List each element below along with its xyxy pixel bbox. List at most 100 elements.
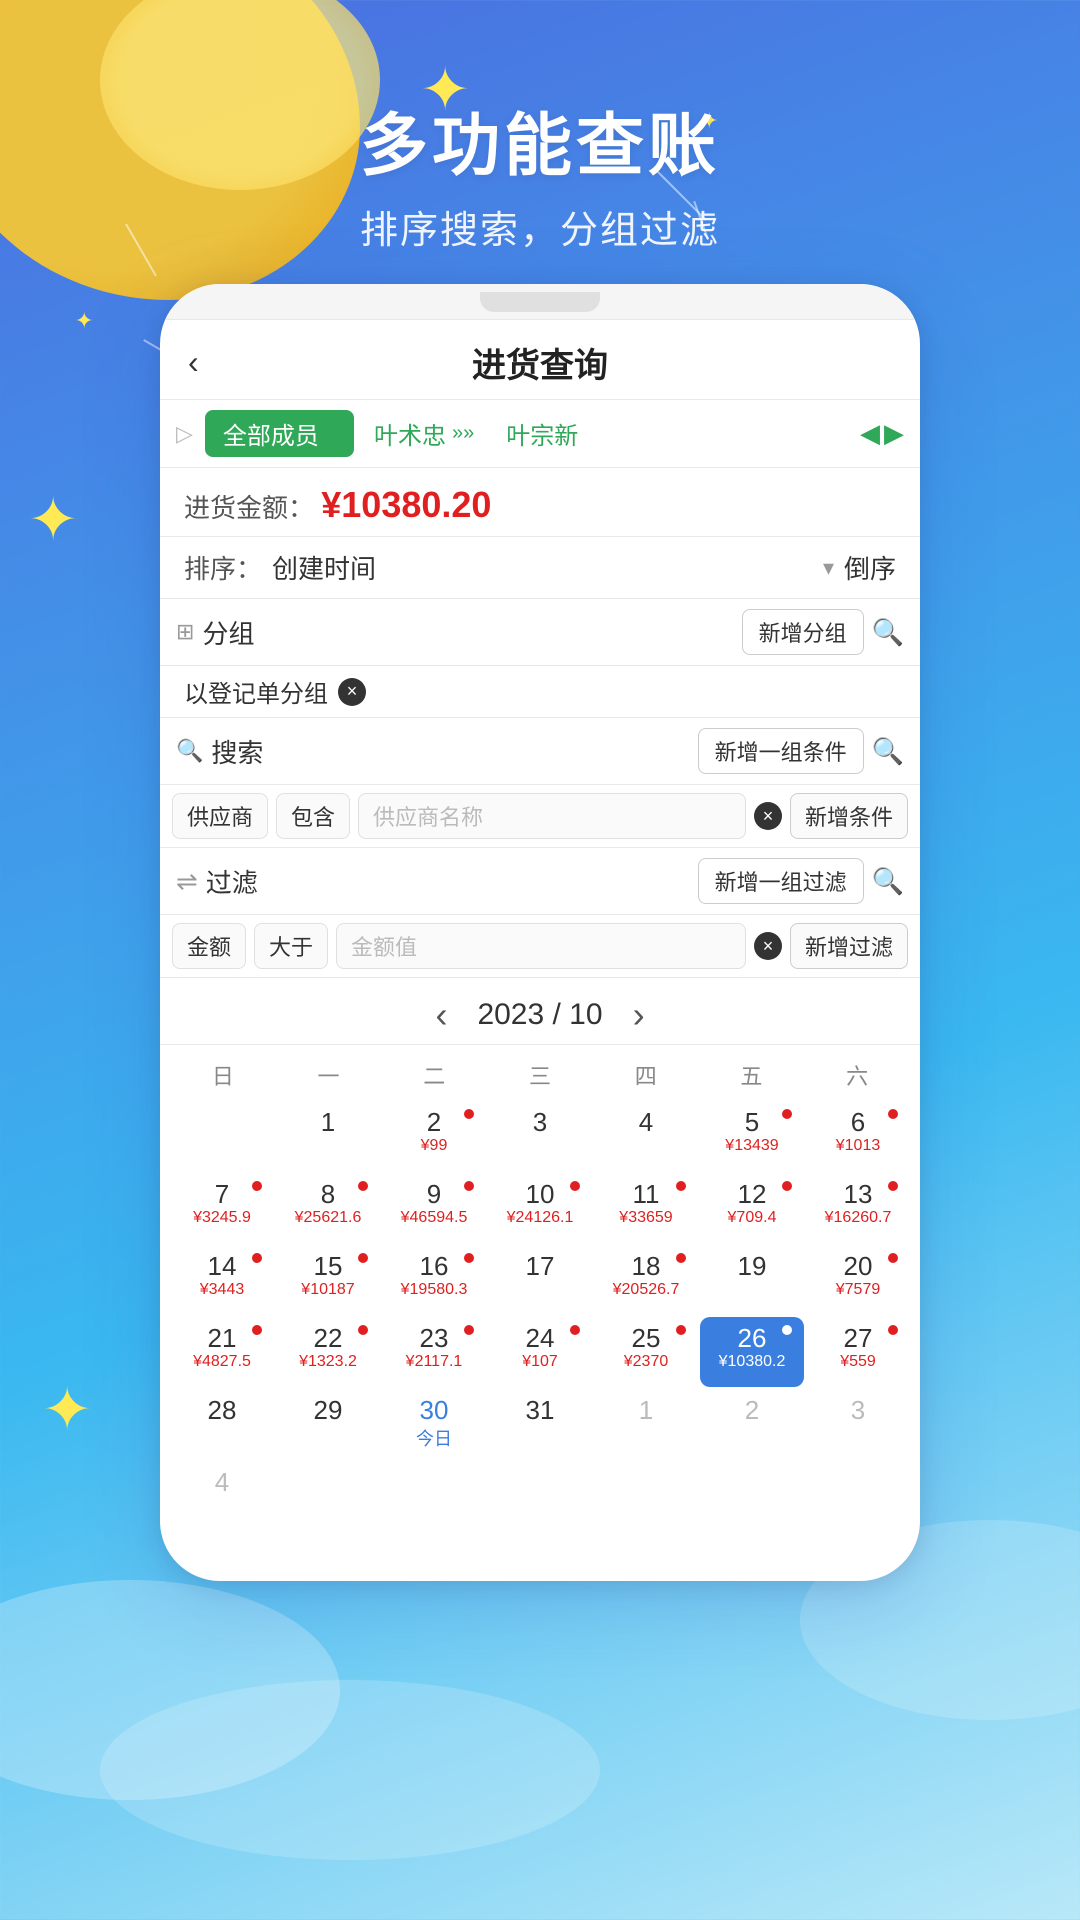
calendar-day-cell[interactable]: 18¥20526.7 xyxy=(594,1245,698,1315)
filter-close[interactable]: × xyxy=(754,932,782,960)
header-area: 多功能查账 排序搜索，分组过滤 xyxy=(0,0,1080,284)
calendar-day-cell[interactable]: 3 xyxy=(488,1101,592,1171)
search-row-icon: 🔍 xyxy=(176,738,203,764)
calendar-day-cell[interactable]: 15¥10187 xyxy=(276,1245,380,1315)
calendar-day-cell[interactable]: 2¥99 xyxy=(382,1101,486,1171)
search-row: 🔍 搜索 新增一组条件 🔍 xyxy=(160,718,920,785)
day-number: 31 xyxy=(526,1397,555,1423)
member-tabs: ▷ 全部成员 » 叶术忠 »» 叶宗新 ◀ ▶ xyxy=(160,400,920,468)
calendar-day-cell[interactable]: 29 xyxy=(276,1389,380,1459)
calendar-day-cell[interactable]: 1 xyxy=(594,1389,698,1459)
add-search-group-btn[interactable]: 新增一组条件 xyxy=(698,728,864,774)
sort-order-btn[interactable]: 倒序 xyxy=(844,549,896,586)
tab-nav-right[interactable]: ▶ xyxy=(884,418,904,449)
cond-value-input[interactable]: 供应商名称 xyxy=(358,793,746,839)
calendar-day-cell[interactable]: 11¥33659 xyxy=(594,1173,698,1243)
calendar-day-cell[interactable]: 9¥46594.5 xyxy=(382,1173,486,1243)
week-header-cell: 三 xyxy=(487,1053,593,1097)
calendar-day-cell[interactable]: 12¥709.4 xyxy=(700,1173,804,1243)
day-number: 9 xyxy=(427,1181,441,1207)
day-number: 4 xyxy=(639,1109,653,1135)
cond-field[interactable]: 供应商 xyxy=(172,793,268,839)
tab-all-members[interactable]: 全部成员 » xyxy=(205,410,354,457)
cal-prev-btn[interactable]: ‹ xyxy=(435,994,447,1036)
calendar-day-cell[interactable]: 4 xyxy=(594,1101,698,1171)
calendar-day-cell[interactable]: 31 xyxy=(488,1389,592,1459)
calendar-day-cell[interactable]: 16¥19580.3 xyxy=(382,1245,486,1315)
calendar-day-cell[interactable]: 8 ¥25621.6 xyxy=(276,1173,380,1243)
tab-member1[interactable]: 叶术忠 »» xyxy=(362,410,486,457)
calendar-day-cell[interactable]: 22¥1323.2 xyxy=(276,1317,380,1387)
calendar-day-cell[interactable]: 14¥3443 xyxy=(170,1245,274,1315)
activity-dot xyxy=(888,1109,898,1119)
calendar-day-cell[interactable]: 19 xyxy=(700,1245,804,1315)
calendar-day-cell[interactable]: 10¥24126.1 xyxy=(488,1173,592,1243)
week-header-cell: 一 xyxy=(276,1053,382,1097)
calendar-day-cell[interactable]: 5¥13439 xyxy=(700,1101,804,1171)
calendar-day-cell[interactable]: 23¥2117.1 xyxy=(382,1317,486,1387)
day-amount: ¥1013 xyxy=(836,1137,881,1155)
condition-row: 供应商 包含 供应商名称 × 新增条件 xyxy=(160,785,920,848)
day-number: 1 xyxy=(321,1109,335,1135)
cond-operator[interactable]: 包含 xyxy=(276,793,350,839)
calendar-day-cell[interactable]: 21¥4827.5 xyxy=(170,1317,274,1387)
filter-label: 过滤 xyxy=(206,863,690,900)
calendar-nav: ‹ 2023 / 10 › xyxy=(160,978,920,1045)
calendar-day-cell[interactable]: 30今日 xyxy=(382,1389,486,1459)
day-number: 6 xyxy=(851,1109,865,1135)
day-amount: ¥20526.7 xyxy=(613,1281,680,1299)
day-amount: ¥2117.1 xyxy=(406,1353,463,1371)
calendar-day-cell[interactable]: 6 ¥1013 xyxy=(806,1101,910,1171)
search-row-search-icon[interactable]: 🔍 xyxy=(872,736,904,767)
activity-dot xyxy=(782,1181,792,1191)
tab-member2[interactable]: 叶宗新 xyxy=(494,410,590,457)
day-number: 19 xyxy=(738,1253,767,1279)
activity-dot xyxy=(888,1325,898,1335)
filter-operator[interactable]: 大于 xyxy=(254,923,328,969)
day-amount: ¥4827.5 xyxy=(193,1353,251,1371)
cal-next-btn[interactable]: › xyxy=(633,994,645,1036)
cond-close[interactable]: × xyxy=(754,802,782,830)
calendar-day-cell[interactable]: 27¥559 xyxy=(806,1317,910,1387)
calendar-day-cell[interactable]: 24¥107 xyxy=(488,1317,592,1387)
calendar-day-cell[interactable]: 25¥2370 xyxy=(594,1317,698,1387)
day-number: 24 xyxy=(526,1325,555,1351)
calendar-day-cell[interactable]: 7¥3245.9 xyxy=(170,1173,274,1243)
calendar: 日一二三四五六 12¥99345¥134396¥10137¥3245.98¥25… xyxy=(160,1045,920,1541)
day-amount: ¥25621.6 xyxy=(295,1209,362,1227)
add-group-btn[interactable]: 新增分组 xyxy=(742,609,864,655)
week-header-cell: 五 xyxy=(699,1053,805,1097)
calendar-day-cell[interactable]: 4 xyxy=(170,1461,274,1531)
calendar-header: 日一二三四五六 xyxy=(170,1053,910,1097)
calendar-day-cell[interactable]: 3 xyxy=(806,1389,910,1459)
calendar-day-cell[interactable]: 17 xyxy=(488,1245,592,1315)
activity-dot xyxy=(252,1253,262,1263)
calendar-day-cell[interactable]: 28 xyxy=(170,1389,274,1459)
back-button[interactable]: ‹ xyxy=(188,344,199,381)
calendar-day-cell[interactable]: 13¥16260.7 xyxy=(806,1173,910,1243)
day-number: 8 xyxy=(321,1181,335,1207)
tab-nav-arrows: ◀ ▶ xyxy=(860,418,904,449)
day-amount: ¥3443 xyxy=(200,1281,245,1299)
add-condition-btn[interactable]: 新增条件 xyxy=(790,793,908,839)
star-icon: ✦ xyxy=(42,1380,92,1440)
filter-search-icon[interactable]: 🔍 xyxy=(872,866,904,897)
calendar-day-cell[interactable]: 1 xyxy=(276,1101,380,1171)
day-number: 1 xyxy=(639,1397,653,1423)
phone-mockup: ‹ 进货查询 ▷ 全部成员 » 叶术忠 »» 叶宗新 ◀ ▶ 进货金额： ¥10… xyxy=(160,284,920,1581)
calendar-day-cell[interactable]: 26¥10380.2 xyxy=(700,1317,804,1387)
add-filter-btn[interactable]: 新增过滤 xyxy=(790,923,908,969)
filter-value-input[interactable]: 金额值 xyxy=(336,923,746,969)
tab-nav-left[interactable]: ◀ xyxy=(860,418,880,449)
filter-field[interactable]: 金额 xyxy=(172,923,246,969)
day-number: 20 xyxy=(844,1253,873,1279)
day-number: 13 xyxy=(844,1181,873,1207)
add-filter-group-btn[interactable]: 新增一组过滤 xyxy=(698,858,864,904)
dropdown-icon[interactable]: ▾ xyxy=(823,555,834,581)
calendar-day-cell[interactable]: 2 xyxy=(700,1389,804,1459)
group-tag-close[interactable]: × xyxy=(338,678,366,706)
group-search-icon[interactable]: 🔍 xyxy=(872,617,904,648)
calendar-day-cell[interactable]: 20¥7579 xyxy=(806,1245,910,1315)
calendar-day-cell[interactable] xyxy=(170,1101,274,1171)
activity-dot xyxy=(464,1181,474,1191)
